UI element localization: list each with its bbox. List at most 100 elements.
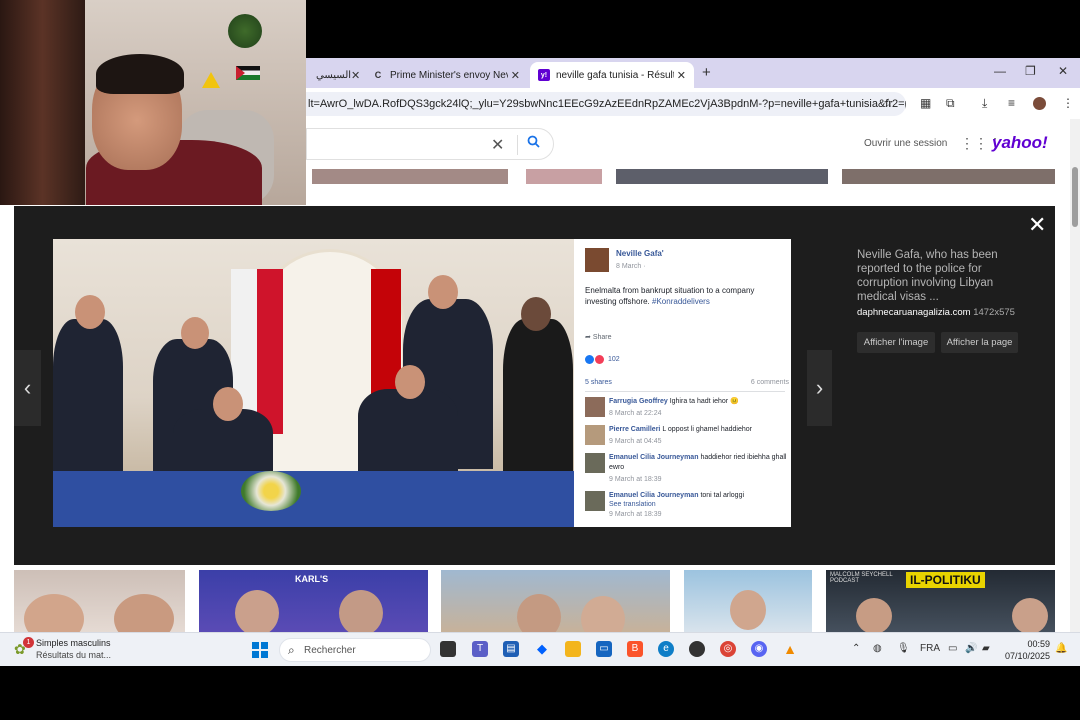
tray-overflow-icon[interactable]: ⌃ [852,643,860,654]
webcam-curtain [0,0,85,205]
microphone-icon[interactable]: 🎙 [897,643,910,654]
thumbnail[interactable] [441,570,670,632]
thumbnail-face [730,590,766,630]
thumbnail[interactable] [684,570,812,632]
media-icon[interactable]: ≡ [1008,96,1015,110]
image-person [53,319,123,479]
tray-globe-icon[interactable]: ◍ [873,643,882,654]
clock-time: 00:59 [1027,639,1050,649]
qr-icon[interactable]: ▦ [920,96,931,110]
comment-text: Emanuel Cilia Journeyman toni tal arlogg… [609,491,791,501]
address-bar[interactable]: lt=AwrO_lwDA.RofDQS3gck24lQ;_ylu=Y29sbwN… [306,92,906,116]
battery-icon[interactable]: ▰ [982,643,990,654]
tab-yahoo-results[interactable]: y! neville gafa tunisia - Résultats Y ✕ [530,62,694,88]
main-image[interactable] [53,239,574,527]
reaction-count: 102 [608,356,620,363]
thumbnail-face [517,594,561,632]
chrome-icon[interactable]: ◎ [720,641,736,657]
yahoo-favicon-icon: y! [538,69,550,81]
yahoo-logo[interactable]: yahoo! [992,133,1048,153]
comment-text: Farrugia Geoffrey Ighira ta hadt iehor 😐 [609,397,791,407]
thumbnail[interactable] [312,169,508,184]
menu-icon[interactable]: ⋮ [1062,96,1074,110]
extensions-icon[interactable]: ⧉ [946,96,955,111]
thumbnail[interactable] [14,570,185,632]
previous-image-button[interactable]: ‹ [14,350,41,426]
bookmark-star-icon[interactable]: ☆ [883,96,894,110]
notification-bell-icon[interactable]: 🔔 [1055,643,1067,654]
task-view-icon[interactable] [440,641,456,657]
remote-desktop-icon[interactable]: ▭ [596,641,612,657]
image-person-head [213,387,243,421]
taskbar-search-label: Rechercher [304,645,356,656]
display-icon[interactable]: ▭ [948,643,957,654]
tab-close-icon[interactable]: ✕ [677,69,686,82]
clear-search-icon[interactable]: ✕ [491,135,504,155]
lightbox-close-icon[interactable]: ✕ [1028,212,1046,238]
notification-subtitle: Résultats du mat... [36,650,112,660]
store-icon[interactable]: ▤ [503,641,519,657]
notification-title: Simples masculins [36,638,111,648]
see-translation-link[interactable]: See translation [609,501,656,508]
dropbox-icon[interactable]: ◆ [534,641,550,657]
comment-avatar [585,453,605,473]
search-icon[interactable] [527,135,540,151]
language-indicator[interactable]: FRA [920,643,940,654]
search-input[interactable]: ✕ [306,128,554,160]
webcam-person-hair [96,54,184,94]
volume-icon[interactable]: 🔊 [965,643,977,654]
webcam-flag [236,66,260,80]
teams-icon[interactable]: T [472,641,488,657]
tab-close-icon[interactable]: ✕ [511,69,520,82]
restore-button[interactable]: ❐ [1025,64,1036,78]
file-explorer-icon[interactable] [565,641,581,657]
signin-link[interactable]: Ouvrir une session [864,138,947,149]
thumbnail[interactable] [616,169,828,184]
brave-icon[interactable]: B [627,641,643,657]
tab-prime-minister[interactable]: C Prime Minister's envoy Neville G ✕ [364,62,528,88]
next-image-button[interactable]: › [807,350,832,426]
discord-icon[interactable]: ◉ [751,641,767,657]
comment-author: Farrugia Geoffrey [609,398,668,405]
post-date: 8 March · [616,263,646,270]
comment-time: 9 March at 18:39 [609,476,662,483]
thumbnail-label: IL-POLITIKU [906,572,985,588]
image-person-head [521,297,551,331]
thumbnail[interactable]: MALCOLM SEYCHELL PODCAST IL-POLITIKU [826,570,1055,632]
thumbnail-face [1012,598,1048,632]
post-avatar [585,248,609,272]
taskbar-search[interactable]: ⌕ Rechercher [279,638,431,662]
vlc-icon[interactable]: ▲ [782,641,798,657]
image-source-domain[interactable]: daphnecaruanagalizia.com [857,307,971,318]
new-tab-button[interactable]: + [702,64,711,81]
minimize-button[interactable]: — [994,64,1006,78]
clock[interactable]: 00:59 07/10/2025 [1000,638,1050,662]
tab-arabic[interactable]: السيسي ✕ [308,62,360,88]
thumbnail-face [856,598,892,632]
comment-text: Pierre Camilleri L oppost li ghamel hadd… [609,425,791,435]
comment-body: L oppost li ghamel haddiehor [662,426,752,433]
comment-avatar [585,425,605,445]
scrollbar[interactable] [1070,119,1080,632]
thumbnail[interactable]: KARL'S [199,570,428,632]
tab-close-icon[interactable]: ✕ [351,69,360,82]
comment-body: Ighira ta hadt iehor 😐 [669,398,739,405]
browser-toolbar: lt=AwrO_lwDA.RofDQS3gck24lQ;_ylu=Y29sbwN… [306,88,1080,119]
comment-time: 9 March at 04:45 [609,438,662,445]
thumbnail[interactable] [842,169,1055,184]
app-icon[interactable] [689,641,705,657]
thumbnail-face [24,594,84,632]
scrollbar-thumb[interactable] [1072,167,1078,227]
image-person [503,319,573,489]
edge-icon[interactable]: e [658,641,674,657]
window-close-button[interactable]: ✕ [1058,64,1068,78]
image-caption: Neville Gafa, who has been reported to t… [857,249,998,303]
download-icon[interactable]: ⤓ [982,96,987,111]
thumbnail[interactable] [526,169,602,184]
profile-avatar[interactable] [1033,97,1046,110]
view-page-button[interactable]: Afficher la page [941,332,1018,353]
image-person-head [395,365,425,399]
windows-start-icon[interactable] [252,642,268,658]
view-image-button[interactable]: Afficher l'image [857,332,935,353]
post-text: Enelmalta from bankrupt situation to a c… [585,285,785,307]
